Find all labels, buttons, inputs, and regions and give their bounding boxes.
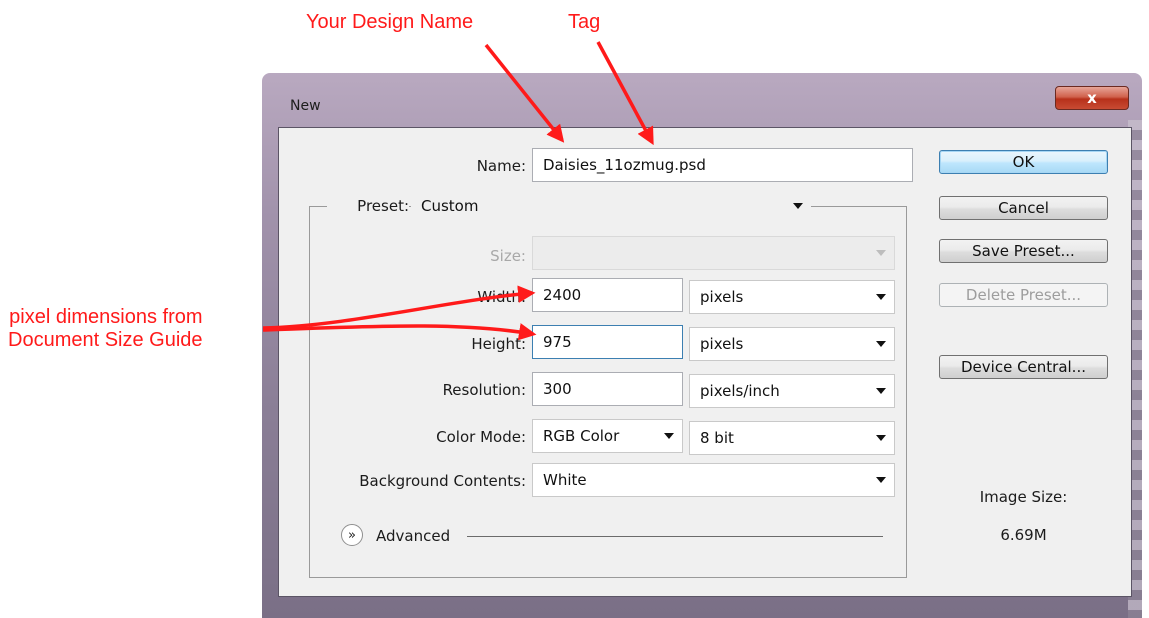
arrow-design-name <box>484 43 565 143</box>
arrow-height <box>262 323 537 341</box>
annotation-arrows <box>262 41 654 341</box>
arrow-width <box>262 285 536 330</box>
arrow-tag <box>596 41 654 146</box>
